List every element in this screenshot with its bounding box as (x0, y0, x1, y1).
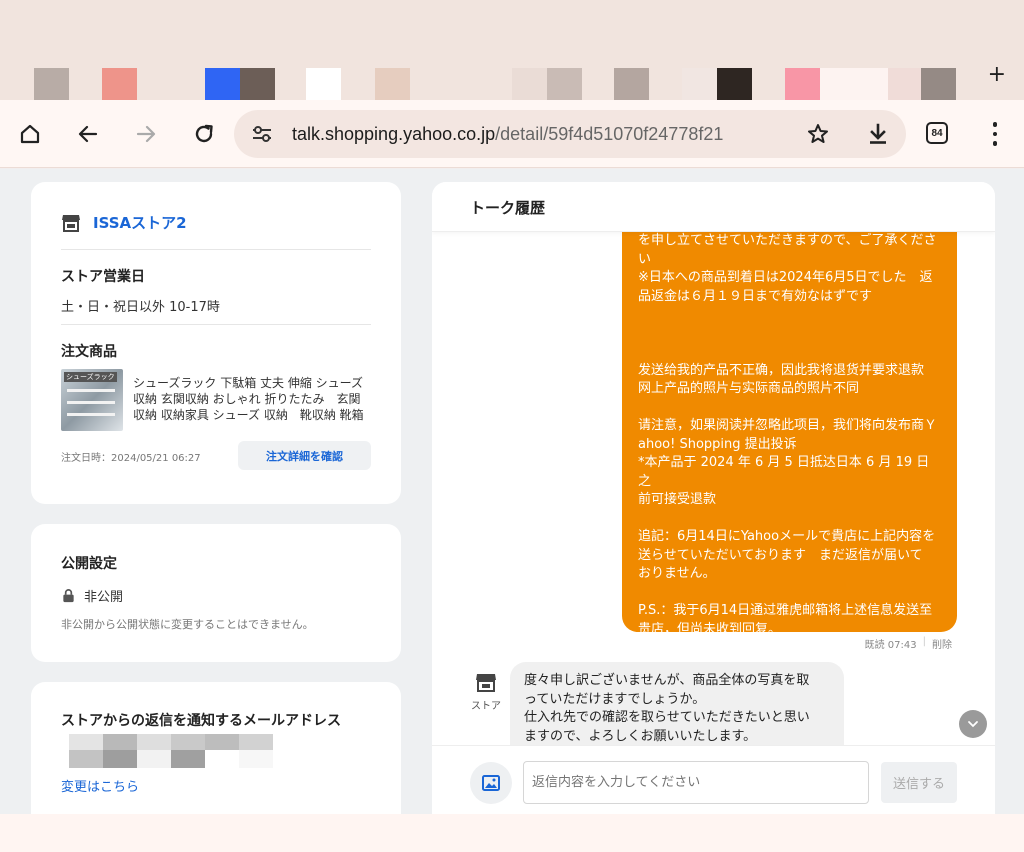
home-button[interactable] (10, 114, 50, 154)
privacy-status: 非公開 (61, 586, 123, 605)
message-input[interactable] (523, 761, 869, 804)
arrow-left-icon (78, 125, 98, 143)
back-button[interactable] (68, 114, 108, 154)
url-host: talk.shopping.yahoo.co.jp (292, 124, 496, 144)
read-time: 既読 07:43 (864, 640, 917, 651)
outgoing-message: を申し立てさせていただきますので、ご了承くださ い ※日本への商品到着日は202… (622, 232, 957, 637)
chat-input-bar: 送信する (432, 745, 995, 814)
product-name[interactable]: シューズラック 下駄箱 丈夫 伸縮 シューズ収納 玄関収納 おしゃれ 折りたたみ… (133, 375, 365, 423)
obscured-tab[interactable] (888, 68, 923, 102)
chat-panel: トーク履歴 を申し立てさせていただきますので、ご了承くださ い ※日本への商品到… (432, 182, 995, 814)
send-button[interactable]: 送信する (881, 762, 957, 803)
chat-header: トーク履歴 (432, 182, 995, 232)
order-detail-button[interactable]: 注文詳細を確認 (238, 441, 371, 470)
store-name[interactable]: ISSAストア2 (93, 212, 187, 233)
lock-icon (63, 589, 74, 603)
image-icon (482, 775, 500, 791)
change-email-link[interactable]: 変更はこちら (61, 776, 139, 795)
bottom-bar (0, 814, 1024, 852)
thumbnail-label: シューズラック (64, 372, 117, 382)
obscured-tab[interactable] (375, 68, 410, 102)
message-meta: 既読 07:43 | 削除 (864, 636, 952, 651)
obscured-tab[interactable] (240, 68, 275, 102)
download-icon[interactable] (866, 122, 890, 146)
tab-switcher-button[interactable]: 84 (926, 122, 948, 144)
hours-label: ストア営業日 (61, 269, 145, 285)
obscured-tab[interactable] (547, 68, 582, 102)
obscured-tab[interactable] (34, 68, 69, 102)
new-tab-icon[interactable]: + (988, 62, 1006, 87)
obscured-tab[interactable] (717, 68, 752, 102)
delete-link[interactable]: 削除 (932, 636, 952, 651)
forward-button[interactable] (126, 114, 166, 154)
url-path: /detail/59f4d51070f24778f21 (495, 124, 724, 144)
home-icon (20, 124, 40, 144)
divider (61, 324, 371, 325)
divider (61, 249, 371, 250)
chat-history[interactable]: を申し立てさせていただきますので、ご了承くださ い ※日本への商品到着日は202… (432, 232, 995, 745)
chat-title: トーク履歴 (470, 199, 546, 217)
privacy-value: 非公開 (84, 590, 124, 605)
obscured-tab[interactable] (820, 68, 888, 102)
incoming-message: 度々申し訳ございませんが、商品全体の写真を取 っていただけますでしょうか。 仕入… (510, 662, 844, 745)
store-link[interactable]: ISSAストア2 (61, 212, 187, 233)
page-content: ISSAストア2 ストア営業日 土・日・祝日以外 10-17時 注文商品 シュー… (0, 169, 1024, 814)
hours-value: 土・日・祝日以外 10-17時 (61, 300, 220, 315)
privacy-note: 非公開から公開状態に変更することはできません。 (61, 618, 314, 631)
privacy-label: 公開設定 (61, 556, 117, 572)
store-avatar: ストア (470, 672, 502, 712)
store-order-card: ISSAストア2 ストア営業日 土・日・祝日以外 10-17時 注文商品 シュー… (31, 182, 401, 504)
order-date: 注文日時：2024/05/21 06:27 (61, 453, 201, 464)
store-icon (62, 214, 80, 232)
browser-toolbar: talk.shopping.yahoo.co.jp/detail/59f4d51… (0, 100, 1024, 168)
obscured-tab[interactable] (785, 68, 820, 102)
obscured-tab[interactable] (682, 68, 717, 102)
store-icon (476, 674, 496, 692)
store-avatar-label: ストア (471, 701, 501, 712)
chevron-down-icon (968, 721, 978, 728)
email-label: ストアからの返信を通知するメールアドレス (61, 713, 341, 729)
obscured-tab[interactable] (614, 68, 649, 102)
privacy-card: 公開設定 非公開 非公開から公開状態に変更することはできません。 (31, 524, 401, 662)
arrow-right-icon (136, 125, 156, 143)
reload-icon (195, 124, 213, 143)
url-text[interactable]: talk.shopping.yahoo.co.jp/detail/59f4d51… (292, 122, 782, 146)
obscured-tab[interactable] (306, 68, 341, 102)
site-settings-icon[interactable] (250, 122, 274, 146)
product-thumbnail[interactable]: シューズラック (61, 369, 123, 431)
more-menu-icon[interactable] (983, 120, 1007, 148)
address-bar[interactable]: talk.shopping.yahoo.co.jp/detail/59f4d51… (234, 110, 906, 158)
obscured-tab[interactable] (205, 68, 240, 102)
email-card: ストアからの返信を通知するメールアドレス 変更はこちら (31, 682, 401, 814)
obscured-tab[interactable] (921, 68, 956, 102)
obscured-tab[interactable] (102, 68, 137, 102)
scroll-down-button[interactable] (959, 710, 987, 738)
ordered-product-label: 注文商品 (61, 344, 117, 360)
obscured-tab[interactable] (512, 68, 547, 102)
tab-strip: + (0, 0, 1024, 102)
bookmark-star-icon[interactable] (806, 122, 830, 146)
reload-button[interactable] (184, 114, 224, 154)
attach-image-button[interactable] (470, 762, 512, 804)
